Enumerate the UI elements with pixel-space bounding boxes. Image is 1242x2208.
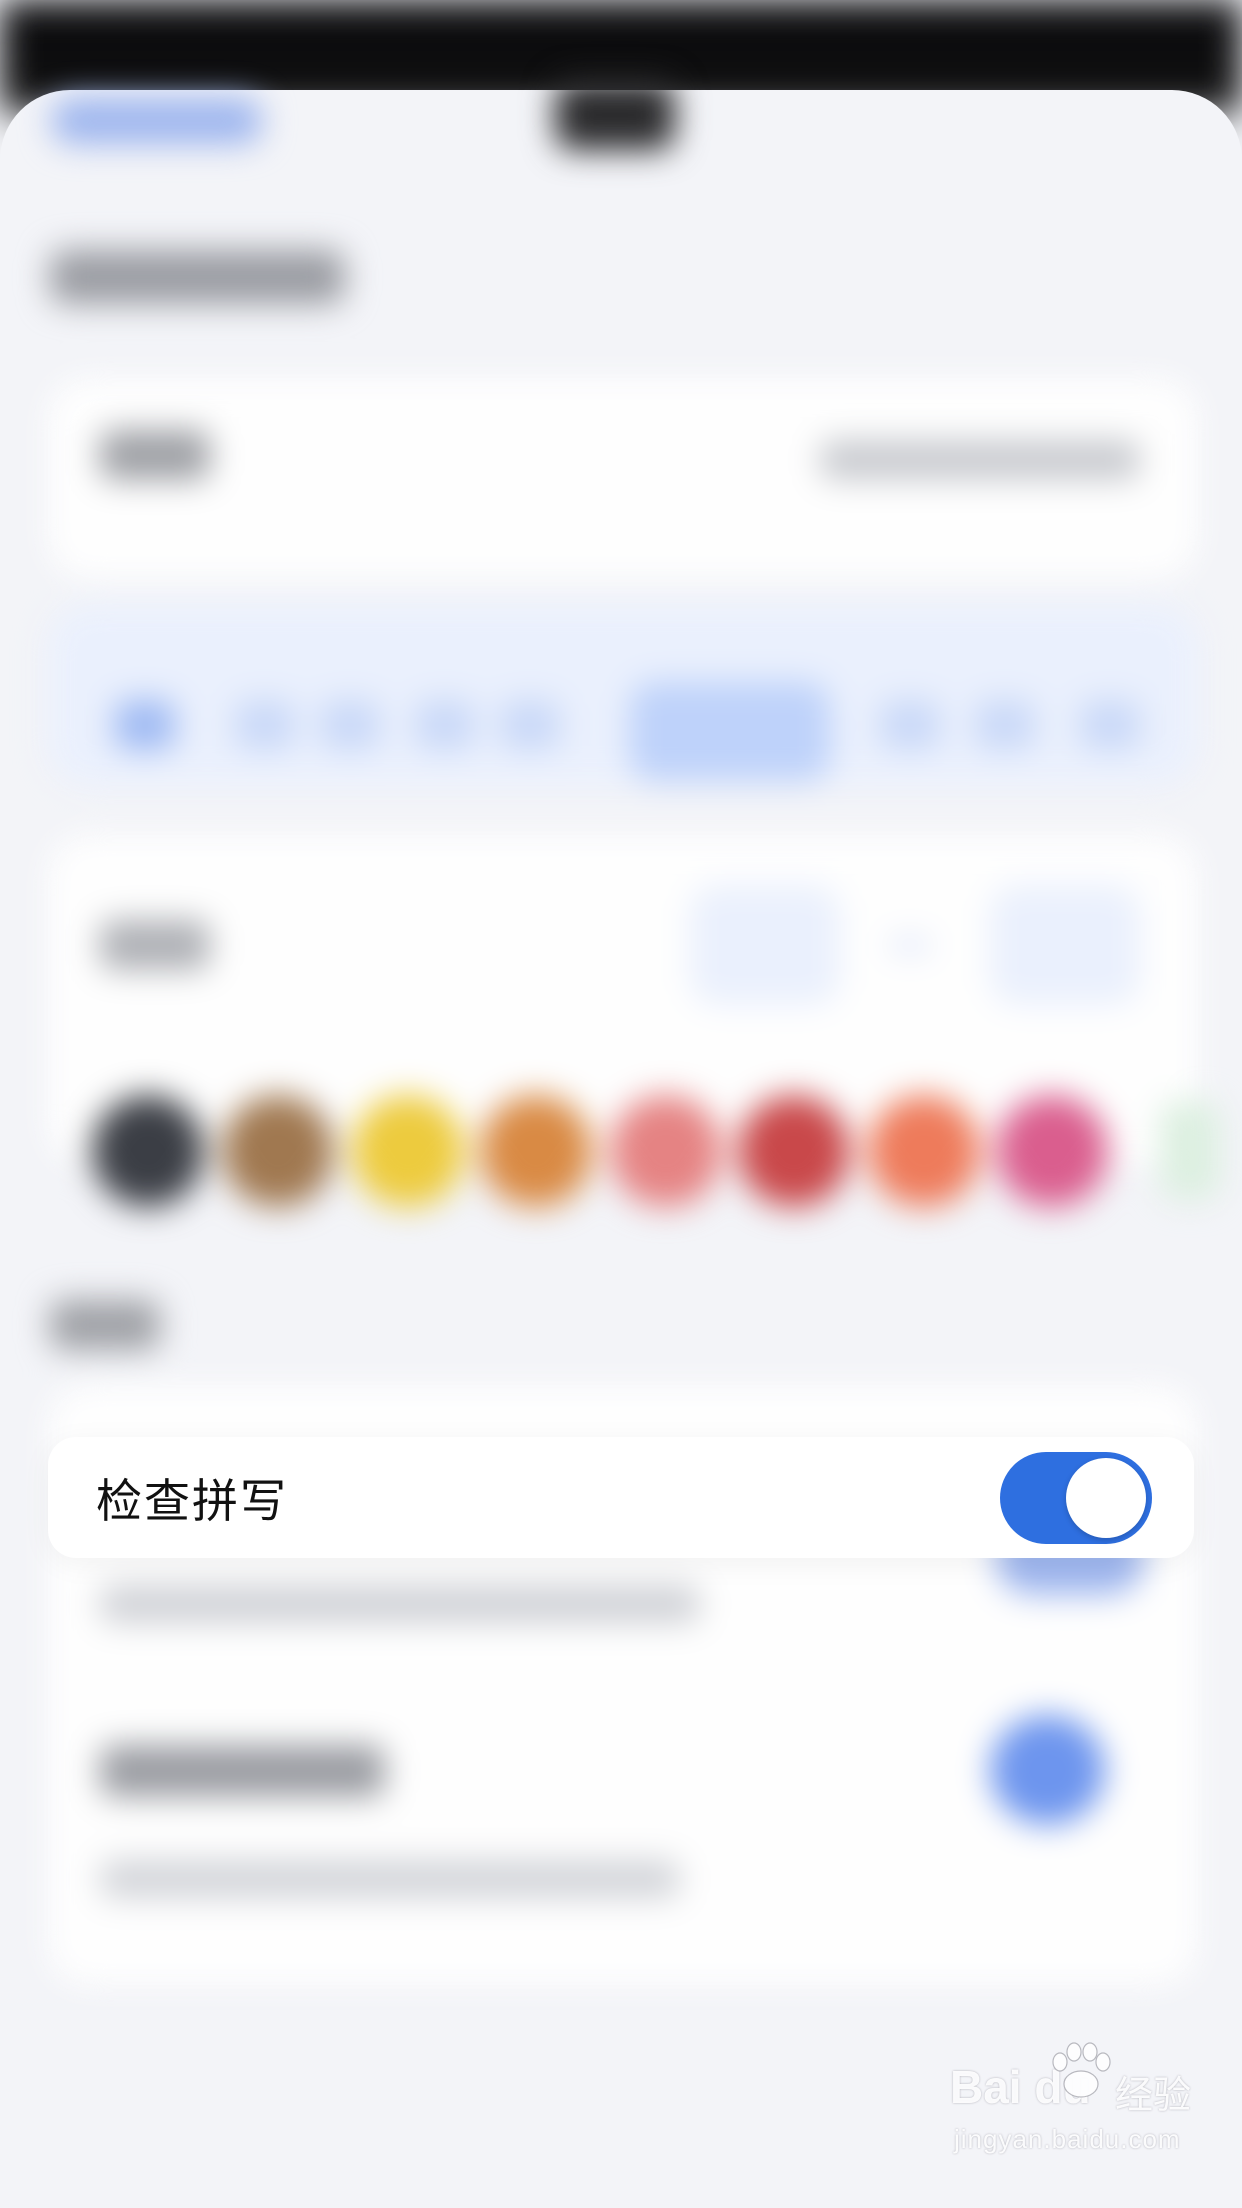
row-label-blurred [100, 430, 210, 480]
row-subtitle-blurred [100, 1860, 680, 1898]
row-subtitle-blurred [100, 1585, 700, 1623]
color-swatch [222, 1095, 334, 1207]
color-swatch [352, 1095, 464, 1207]
option-blurred [235, 700, 295, 750]
toggle-knob [1066, 1457, 1146, 1538]
option-blurred [880, 700, 940, 750]
toggle-blurred [990, 1715, 1105, 1825]
stepper-increment-blurred [990, 885, 1140, 1005]
baidu-jingyan-watermark: Bai du 经验 jingyan.baidu.com [950, 2042, 1220, 2180]
nav-title-blurred [555, 80, 675, 150]
color-swatch [480, 1095, 592, 1207]
option-blurred [500, 700, 560, 750]
color-swatch-partial [1160, 1100, 1220, 1200]
color-swatch [738, 1095, 850, 1207]
section-title-blurred [50, 250, 345, 304]
color-swatch [92, 1095, 204, 1207]
stepper-decrement-blurred [690, 885, 840, 1005]
option-strip-blurred [48, 605, 1198, 785]
option-blurred [1080, 700, 1140, 750]
option-blurred [415, 700, 475, 750]
row-label-blurred [100, 1745, 385, 1797]
option-selected-blurred [630, 682, 830, 782]
row-value-blurred [820, 440, 1140, 480]
option-blurred [975, 700, 1035, 750]
watermark-url: jingyan.baidu.com [954, 2124, 1181, 2154]
option-blurred [115, 700, 175, 750]
color-swatch [996, 1095, 1108, 1207]
paw-icon [1052, 2042, 1111, 2098]
row-label-blurred [100, 920, 210, 970]
group-label-blurred [50, 1300, 160, 1350]
stepper-value-blurred [890, 940, 930, 950]
color-swatch [610, 1095, 722, 1207]
blurred-background-content [0, 0, 1242, 2208]
spell-check-label: 检查拼写 [96, 1473, 288, 1528]
option-blurred [320, 700, 380, 750]
color-swatch [868, 1095, 980, 1207]
watermark-brand-cn: 经验 [1115, 2073, 1192, 2117]
spell-check-toggle[interactable] [1000, 1451, 1152, 1544]
nav-back-button-blurred [52, 98, 262, 144]
spell-check-row[interactable]: 检查拼写 [48, 1437, 1194, 1558]
